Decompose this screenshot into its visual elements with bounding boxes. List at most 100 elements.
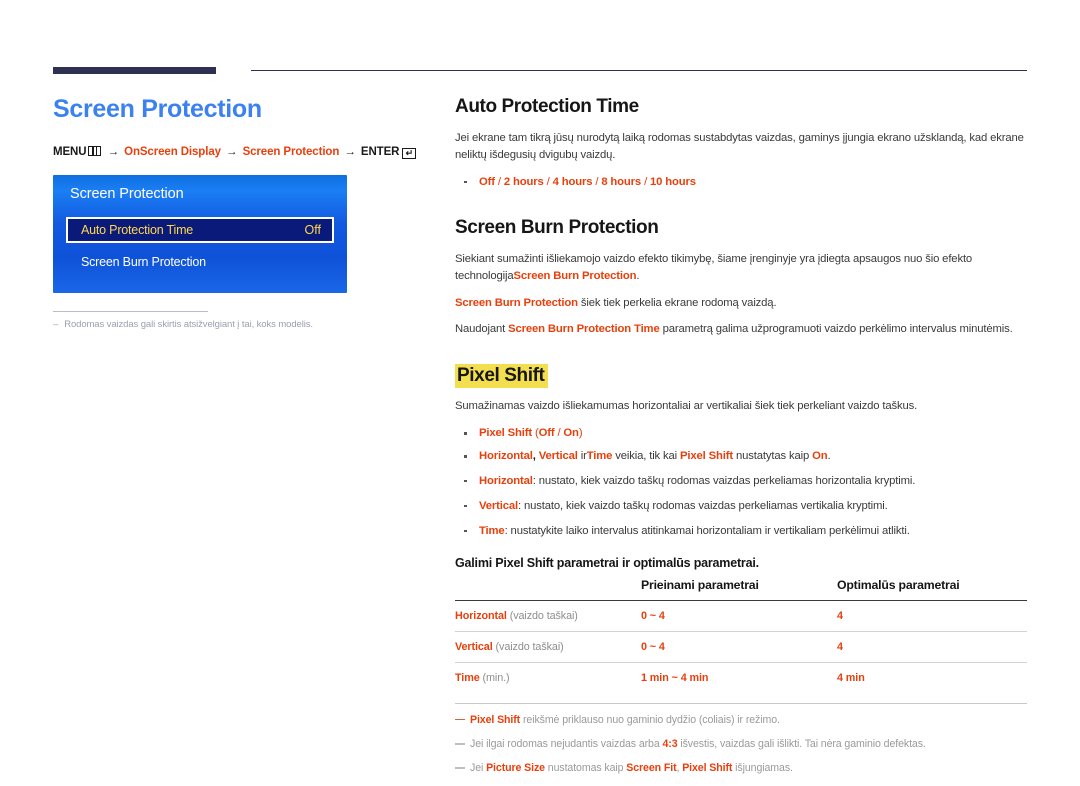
term-horizontal: Horizontal bbox=[479, 449, 533, 462]
left-column: Screen Protection MENU → OnScreen Displa… bbox=[53, 95, 417, 331]
enter-key-icon: ↵ bbox=[402, 147, 417, 159]
table-header-available: Prieinami parametrai bbox=[641, 577, 759, 592]
list-item: Time: nustatykite laiko intervalus atiti… bbox=[455, 523, 1027, 540]
note-text: Rodomas vaizdas gali skirtis atsižvelgia… bbox=[64, 318, 313, 330]
osd-item-label: Screen Burn Protection bbox=[81, 254, 206, 269]
heading-screen-burn-protection: Screen Burn Protection bbox=[455, 216, 659, 238]
text-run: Jei ilgai rodomas nejudantis vaizdas arb… bbox=[470, 738, 663, 751]
table-row: Time (min.) 1 min ~ 4 min 4 min bbox=[455, 661, 1027, 693]
value-text: 0 ~ 4 bbox=[641, 640, 665, 653]
option-4-hours: 4 hours bbox=[552, 175, 593, 188]
text-run: ) bbox=[578, 426, 583, 439]
text-run: parametrą galima užprogramuoti vaizdo pe… bbox=[659, 323, 1013, 336]
table-cell-available: 0 ~ 4 bbox=[641, 599, 837, 632]
term-time: Time bbox=[455, 671, 480, 684]
header-accent-bar bbox=[53, 67, 216, 74]
text-run: ir bbox=[577, 449, 587, 462]
text-run: išjungiamas. bbox=[732, 762, 793, 775]
table-row: Vertical (vaizdo taškai) 0 ~ 4 4 bbox=[455, 630, 1027, 663]
term-picture-size: Picture Size bbox=[486, 762, 545, 775]
table-cell-parameter: Time (min.) bbox=[455, 661, 641, 693]
manual-page: Screen Protection MENU → OnScreen Displa… bbox=[0, 0, 1080, 774]
auto-protection-body: Jei ekrane tam tikrą jūsų nurodytą laiką… bbox=[455, 131, 1024, 162]
table-cell-optimal: 4 min bbox=[837, 661, 1027, 693]
option-off: Off bbox=[538, 426, 555, 439]
breadcrumb-step-onscreen-display[interactable]: OnScreen Display bbox=[124, 146, 221, 158]
burn-protection-paragraph-1: Siekiant sumažinti išliekamojo vaizdo ef… bbox=[455, 251, 1027, 286]
table-cell-parameter: Vertical (vaizdo taškai) bbox=[455, 630, 641, 663]
text-run: Naudojant bbox=[455, 323, 509, 336]
value-text: 0 ~ 4 bbox=[641, 609, 665, 622]
option-on: On bbox=[563, 426, 579, 439]
term-screen-burn-protection-time: Screen Burn Protection Time bbox=[508, 323, 660, 336]
left-note-divider bbox=[53, 310, 208, 312]
text-run: : nustatykite laiko intervalus atitinkam… bbox=[504, 524, 910, 537]
text-run: nustatomas kaip bbox=[544, 762, 627, 775]
text-run: . bbox=[827, 449, 831, 462]
term-pixel-shift: Pixel Shift bbox=[682, 762, 733, 775]
term-pixel-shift: Pixel Shift bbox=[479, 426, 532, 439]
text-run: šiek tiek perkelia ekrane rodomą vaizdą. bbox=[577, 296, 777, 309]
value-text: 4 bbox=[837, 640, 843, 653]
pixel-shift-list: Pixel Shift (Off / On) Horizontal, Verti… bbox=[455, 425, 1027, 540]
breadcrumb-enter-label: ENTER bbox=[360, 145, 400, 158]
table-caption: Galimi Pixel Shift parametrai ir optimal… bbox=[455, 555, 759, 570]
osd-item-value: Off bbox=[304, 222, 321, 237]
value-text: 1 min ~ 4 min bbox=[641, 671, 709, 684]
heading-auto-protection-time: Auto Protection Time bbox=[455, 96, 639, 117]
text-run: nustatytas kaip bbox=[733, 449, 813, 462]
value-text: 4 bbox=[837, 609, 843, 622]
right-column: Auto Protection Time Jei ekrane tam tikr… bbox=[455, 96, 1027, 786]
table-cell-optimal: 4 bbox=[837, 599, 1027, 632]
heading-pixel-shift: Pixel Shift bbox=[455, 363, 1027, 388]
option-sep: / bbox=[494, 175, 504, 188]
list-item: Off / 2 hours / 4 hours / 8 hours / 10 h… bbox=[455, 174, 1027, 191]
breadcrumb-arrow-3: → bbox=[344, 145, 356, 158]
page-title: Screen Protection bbox=[53, 95, 262, 123]
option-10-hours: 10 hours bbox=[650, 175, 696, 188]
bottom-note-2: Jei ilgai rodomas nejudantis vaizdas arb… bbox=[455, 737, 1027, 752]
breadcrumb-menu-label: MENU bbox=[53, 145, 87, 158]
note-dash: – bbox=[53, 318, 59, 330]
text-run: : nustato, kiek vaizdo taškų rodomas vai… bbox=[532, 474, 916, 487]
table-cell-available: 1 min ~ 4 min bbox=[641, 661, 837, 693]
osd-item-screen-burn-protection[interactable]: Screen Burn Protection bbox=[66, 249, 334, 275]
option-off: Off bbox=[479, 175, 495, 188]
option-sep: / bbox=[641, 175, 651, 188]
text-run: : nustato, kiek vaizdo taškų rodomas vai… bbox=[518, 499, 888, 512]
option-2-hours: 2 hours bbox=[503, 175, 544, 188]
text-run: ( bbox=[531, 426, 539, 439]
term-vertical: Vertical bbox=[479, 499, 518, 512]
table-header-row: Prieinami parametrai Optimalūs parametra… bbox=[455, 578, 1027, 601]
term-time: Time bbox=[479, 524, 505, 537]
option-8-hours: 8 hours bbox=[601, 175, 642, 188]
unit-label: (vaizdo taškai) bbox=[506, 609, 578, 622]
header-rule bbox=[251, 70, 1027, 71]
term-horizontal: Horizontal bbox=[479, 474, 533, 487]
breadcrumb-step-screen-protection[interactable]: Screen Protection bbox=[243, 146, 340, 158]
auto-protection-options-list: Off / 2 hours / 4 hours / 8 hours / 10 h… bbox=[455, 174, 1027, 191]
term-screen-burn-protection: Screen Burn Protection bbox=[513, 270, 637, 283]
breadcrumb: MENU → OnScreen Display → Screen Protect… bbox=[53, 145, 417, 159]
burn-protection-paragraph-3: Naudojant Screen Burn Protection Time pa… bbox=[455, 321, 1027, 339]
term-screen-burn-protection: Screen Burn Protection bbox=[455, 296, 578, 309]
list-item: Pixel Shift (Off / On) bbox=[455, 425, 1027, 442]
table-bottom-rule bbox=[455, 702, 1027, 704]
table-cell-optimal: 4 bbox=[837, 630, 1027, 663]
term-pixel-shift: Pixel Shift bbox=[470, 713, 521, 726]
breadcrumb-arrow-2: → bbox=[226, 145, 238, 158]
table-header-optimal: Optimalūs parametrai bbox=[837, 577, 960, 592]
bottom-note-1: Pixel Shift reikšmė priklauso nuo gamini… bbox=[455, 713, 1027, 728]
term-vertical: Vertical bbox=[455, 640, 493, 653]
term-aspect-4-3: 4:3 bbox=[662, 738, 678, 751]
table-header-blank bbox=[455, 578, 641, 601]
osd-item-auto-protection-time[interactable]: Auto Protection Time Off bbox=[66, 216, 334, 243]
table-cell-parameter: Horizontal (vaizdo taškai) bbox=[455, 599, 641, 632]
term-horizontal: Horizontal bbox=[455, 609, 507, 622]
unit-label: (vaizdo taškai) bbox=[492, 640, 564, 653]
term-pixel-shift: Pixel Shift bbox=[680, 449, 733, 462]
menu-bars-icon bbox=[88, 145, 102, 156]
text-run: . bbox=[636, 270, 640, 283]
option-sep: / bbox=[592, 175, 602, 188]
text-run: Jei bbox=[470, 762, 487, 775]
